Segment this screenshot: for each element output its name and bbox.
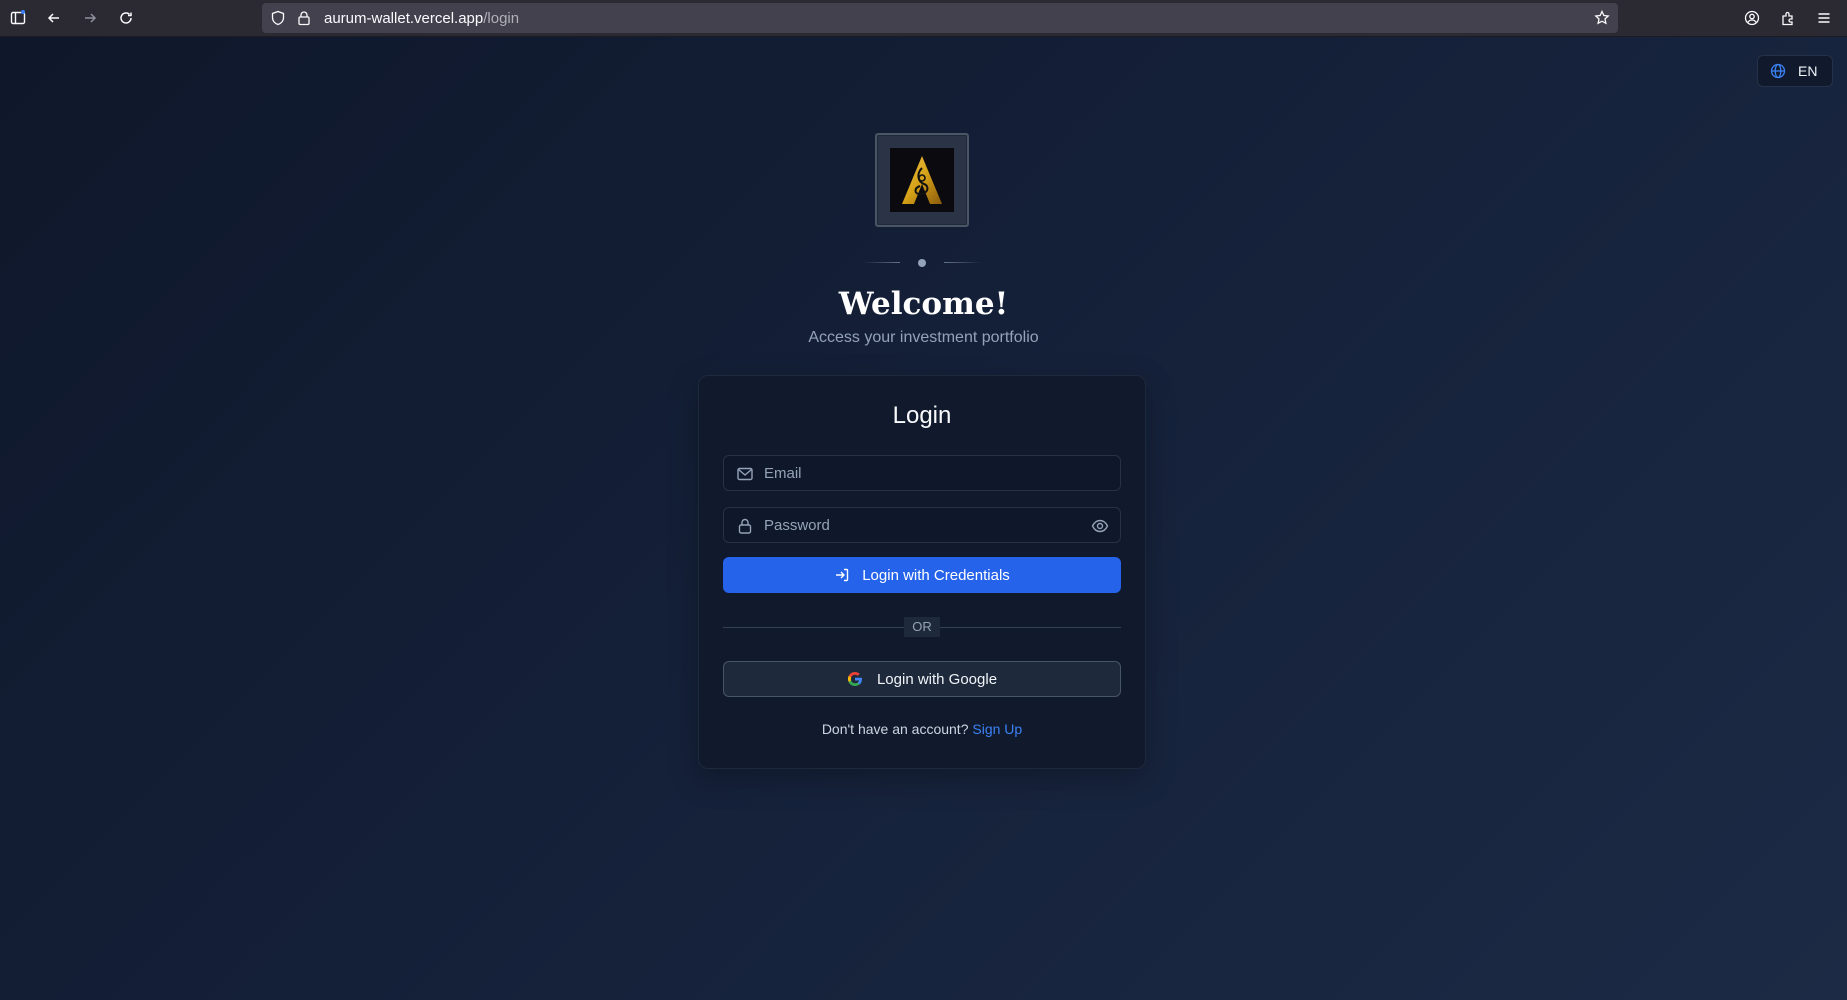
login-title: Login	[892, 402, 952, 429]
login-arrow-icon	[834, 567, 850, 583]
signup-prompt: Don't have an account? Sign Up	[699, 721, 1145, 737]
url-host: aurum-wallet.vercel.app	[324, 10, 484, 27]
show-password-eye-icon[interactable]	[1090, 516, 1110, 536]
mail-icon	[736, 465, 754, 483]
globe-icon	[1770, 63, 1786, 79]
address-bar[interactable]: aurum-wallet.vercel.app/login	[262, 3, 1618, 33]
reload-icon[interactable]	[114, 6, 138, 30]
password-input[interactable]	[764, 508, 1064, 542]
back-icon[interactable]	[42, 6, 66, 30]
shield-icon[interactable]	[270, 10, 286, 26]
email-input[interactable]	[764, 456, 1064, 490]
welcome-heading: Welcome!	[838, 286, 1009, 322]
bookmark-star-icon[interactable]	[1594, 10, 1610, 26]
forward-icon[interactable]	[78, 6, 102, 30]
url-path: /login	[483, 10, 520, 27]
language-switcher-button[interactable]: EN	[1757, 55, 1833, 87]
lock-icon	[736, 517, 754, 535]
signup-link[interactable]: Sign Up	[972, 721, 1022, 737]
login-with-google-label: Login with Google	[876, 670, 998, 688]
no-account-text: Don't have an account?	[821, 721, 969, 737]
login-with-google-button[interactable]: Login with Google	[723, 661, 1121, 697]
account-icon[interactable]	[1740, 6, 1764, 30]
extensions-icon[interactable]	[1776, 6, 1800, 30]
logo-mark	[890, 148, 954, 212]
language-code: EN	[1798, 63, 1818, 79]
lock-icon[interactable]	[296, 10, 312, 26]
login-card: Login Login with Credentials OR	[698, 375, 1146, 769]
app-logo	[875, 133, 969, 227]
login-page: EN Welcome! Access your investment portf…	[0, 37, 1847, 1000]
or-separator: OR	[723, 617, 1121, 637]
login-with-credentials-label: Login with Credentials	[862, 566, 1010, 584]
welcome-subtitle: Access your investment portfolio	[808, 329, 1039, 346]
decorative-divider	[862, 259, 982, 267]
sidebar-toggle-icon[interactable]	[6, 6, 30, 30]
browser-toolbar: aurum-wallet.vercel.app/login	[0, 0, 1847, 37]
password-field[interactable]	[723, 507, 1121, 543]
or-label: OR	[904, 617, 940, 637]
url-text[interactable]: aurum-wallet.vercel.app/login	[324, 10, 519, 27]
login-with-credentials-button[interactable]: Login with Credentials	[723, 557, 1121, 593]
email-field[interactable]	[723, 455, 1121, 491]
google-icon	[847, 671, 863, 687]
menu-icon[interactable]	[1812, 6, 1836, 30]
